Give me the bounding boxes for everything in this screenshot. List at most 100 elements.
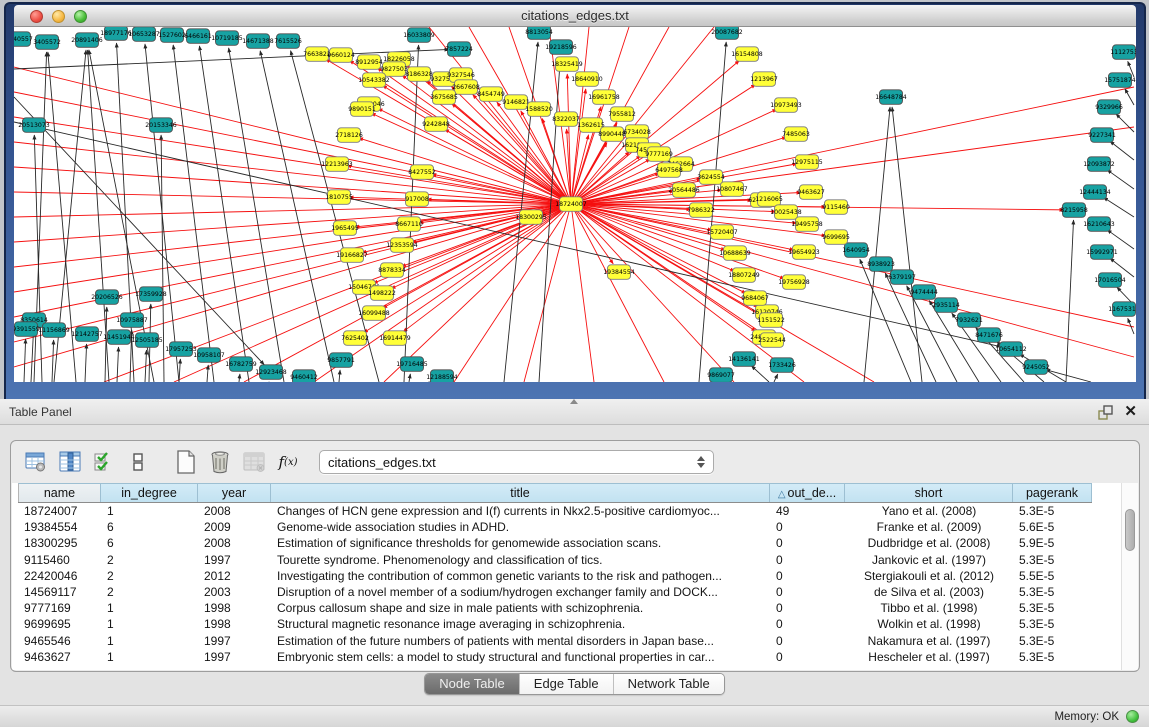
graph-node[interactable]: 19166827	[336, 248, 368, 262]
graph-node[interactable]: 17016504	[1094, 273, 1126, 288]
graph-node[interactable]: 10543382	[358, 73, 390, 88]
graph-node[interactable]: 16782759	[225, 357, 257, 372]
table-row[interactable]: 1938455462009Genome-wide association stu…	[18, 519, 1092, 535]
scrollbar-thumb[interactable]	[1125, 509, 1135, 551]
network-canvas[interactable]: 1940557340557220891406189771761065328715…	[14, 27, 1136, 382]
graph-node[interactable]: 9660124	[327, 48, 355, 63]
graph-node[interactable]: 9329966	[1095, 100, 1123, 115]
graph-node[interactable]: 9460412	[290, 370, 318, 382]
graph-node[interactable]: 1498222	[368, 286, 396, 301]
tab-network-table[interactable]: Network Table	[614, 674, 724, 694]
graph-node[interactable]: 12188594	[426, 370, 458, 382]
graph-node[interactable]: 10973493	[770, 98, 802, 113]
table-row[interactable]: 2242004622012Investigating the contribut…	[18, 568, 1092, 584]
graph-node[interactable]: 3624554	[697, 170, 725, 185]
graph-node[interactable]: 12353594	[386, 238, 418, 253]
graph-node[interactable]: 16154808	[731, 47, 763, 62]
graph-node[interactable]: 12213963	[321, 157, 353, 172]
graph-node[interactable]: 18977176	[100, 27, 132, 40]
graph-node[interactable]: 8454749	[477, 87, 505, 102]
graph-node[interactable]: 9391559	[14, 322, 40, 337]
close-panel-icon[interactable]: ✕	[1124, 402, 1137, 420]
graph-node[interactable]: 18807249	[728, 268, 760, 283]
graph-node[interactable]: 2667608	[452, 80, 480, 95]
graph-node[interactable]: 7986322	[687, 203, 715, 218]
graph-node[interactable]: 12444134	[1079, 185, 1111, 200]
graph-node[interactable]: 20153346	[145, 118, 177, 133]
graph-node[interactable]: 15992971	[1086, 245, 1118, 259]
graph-node[interactable]: 8813054	[525, 27, 553, 39]
graph-node[interactable]: 17957253	[165, 342, 197, 357]
graph-node[interactable]: 1640954	[842, 243, 870, 257]
graph-node[interactable]: 10958107	[193, 348, 225, 363]
pane-resize-handle-icon[interactable]	[568, 398, 579, 405]
graph-node[interactable]: 7955812	[608, 107, 636, 122]
graph-node[interactable]: 15720407	[706, 225, 738, 240]
graph-node[interactable]: 8878334	[378, 263, 406, 278]
table-row[interactable]: 969969511998Structural magnetic resonanc…	[18, 616, 1092, 632]
graph-node[interactable]: 2522544	[758, 333, 786, 348]
graph-node[interactable]: 9857791	[327, 353, 355, 368]
network-file-dropdown[interactable]: citations_edges.txt	[319, 450, 714, 474]
graph-node[interactable]: 1213967	[750, 72, 778, 87]
column-header-short[interactable]: short	[845, 483, 1013, 502]
table-row[interactable]: 946362711997Embryonic stem cells: a mode…	[18, 649, 1092, 665]
graph-node[interactable]: 10653287	[128, 27, 160, 41]
graph-node[interactable]: 10654112	[995, 342, 1027, 357]
graph-node[interactable]: 12975115	[791, 155, 823, 170]
graph-node[interactable]: 8667110	[395, 217, 423, 232]
graph-node[interactable]: 2935114	[932, 298, 960, 313]
minimize-window-button[interactable]	[52, 10, 65, 23]
graph-node[interactable]: 9777169	[645, 147, 673, 162]
column-header-year[interactable]: year	[198, 483, 271, 502]
graph-node[interactable]: 9115460	[822, 200, 850, 215]
graph-node[interactable]: 6734028	[623, 125, 651, 140]
table-row[interactable]: 946554611997Estimation of the future num…	[18, 633, 1092, 649]
graph-node[interactable]: 20564486	[668, 183, 700, 198]
vertical-boxes-icon[interactable]	[125, 449, 151, 475]
graph-node[interactable]: 19756928	[778, 275, 810, 290]
graph-node[interactable]: 9474444	[910, 285, 938, 300]
table-row[interactable]: 911546021997Tourette syndrome. Phenomeno…	[18, 552, 1092, 568]
graph-node[interactable]: 15751874	[1104, 73, 1136, 88]
graph-node[interactable]: 1733426	[768, 358, 796, 373]
column-header-name[interactable]: name	[18, 483, 101, 502]
graph-node[interactable]: 12923468	[255, 365, 287, 380]
vertical-scrollbar[interactable]	[1121, 483, 1138, 670]
graph-node[interactable]: 10719185	[211, 31, 243, 46]
table-row[interactable]: 1456911722003Disruption of a novel membe…	[18, 584, 1092, 600]
float-panel-icon[interactable]	[1098, 405, 1113, 420]
graph-node[interactable]: 19384554	[603, 265, 635, 280]
graph-node[interactable]: 9463627	[797, 185, 825, 200]
graph-node[interactable]: 9245052	[1022, 360, 1050, 375]
zoom-window-button[interactable]	[74, 10, 87, 23]
graph-node[interactable]: 1151522	[757, 313, 785, 328]
graph-node[interactable]: 19495758	[791, 217, 823, 232]
graph-node[interactable]: 9869077	[707, 368, 735, 382]
graph-node[interactable]: 11675312	[1108, 302, 1136, 317]
tab-node-table[interactable]: Node Table	[425, 674, 520, 694]
tab-edge-table[interactable]: Edge Table	[520, 674, 614, 694]
graph-node[interactable]: 9684067	[741, 291, 769, 306]
graph-node[interactable]: 20891406	[71, 33, 103, 48]
column-header-title[interactable]: title	[271, 483, 770, 502]
graph-node[interactable]: 11451944	[103, 330, 135, 345]
graph-node[interactable]: 20087682	[711, 27, 743, 39]
column-header-in_degree[interactable]: in_degree	[101, 483, 198, 502]
hub-node[interactable]: 18724007	[555, 197, 587, 212]
graph-node[interactable]: 1940557	[14, 32, 33, 47]
graph-node[interactable]: 7485063	[782, 127, 810, 142]
graph-node[interactable]: 18640910	[571, 72, 603, 87]
graph-node[interactable]: 10975887	[116, 313, 148, 328]
graph-node[interactable]: 16961758	[588, 90, 620, 105]
function-fx-icon[interactable]: f(x)	[275, 449, 301, 475]
table-column-icon[interactable]	[57, 449, 83, 475]
table-row[interactable]: 1872400712008Changes of HCN gene express…	[18, 503, 1092, 519]
graph-node[interactable]: 12093872	[1083, 157, 1115, 172]
graph-node[interactable]: 9699695	[822, 230, 850, 245]
graph-node[interactable]: 8186328	[405, 67, 433, 82]
graph-node[interactable]: 7625402	[341, 331, 369, 346]
graph-node[interactable]: 1216065	[755, 192, 783, 207]
graph-node[interactable]: 17359928	[135, 287, 167, 302]
graph-node[interactable]: 8215958	[1060, 203, 1088, 218]
